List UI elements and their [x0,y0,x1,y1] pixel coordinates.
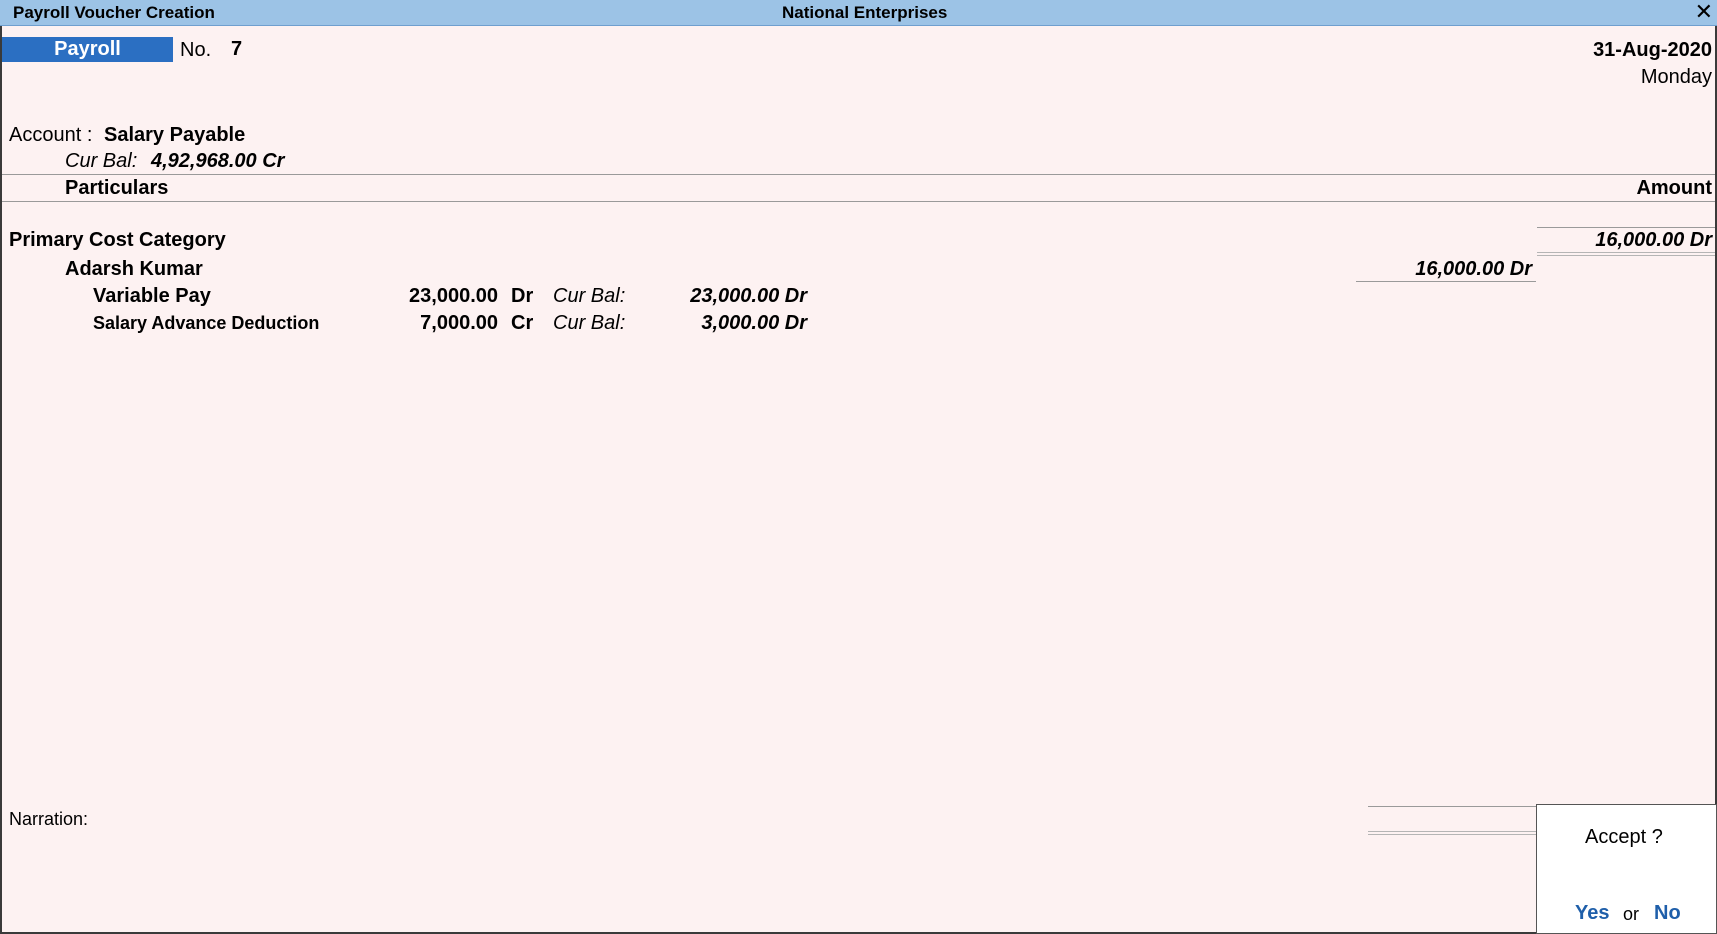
category-amount-top-line [1537,227,1715,228]
pay-head-name[interactable]: Variable Pay [93,285,211,308]
yes-button[interactable]: Yes [1575,902,1609,925]
cost-category-amount: 16,000.00 Dr [1595,229,1712,251]
total-top-line [1368,806,1536,807]
pay-head-cur-bal: 3,000.00 Dr [701,312,807,334]
voucher-date[interactable]: 31-Aug-2020 [1593,39,1712,62]
pay-head-cur-bal: 23,000.00 Dr [690,285,807,307]
window-title: Payroll Voucher Creation [13,3,215,22]
account-label: Account : [9,124,93,146]
account-cur-bal-label: Cur Bal: [65,150,138,172]
cost-category-name[interactable]: Primary Cost Category [9,229,226,252]
employee-amount-underline [1356,281,1536,282]
company-name: National Enterprises [782,3,948,22]
pay-head-drcr: Cr [511,312,534,334]
voucher-day: Monday [1640,66,1712,88]
category-amount-underline [1537,252,1715,256]
pay-head-drcr: Dr [511,285,534,307]
pay-head-cur-bal-label: Cur Bal: [553,285,626,307]
accept-dialog: Accept ? Yes or No [1536,804,1717,934]
pay-head-amount[interactable]: 23,000.00 [409,285,498,308]
voucher-window [0,0,1717,934]
header-bottom-divider [2,201,1715,202]
title-bar: Payroll Voucher Creation National Enterp… [0,0,1717,26]
pay-head-amount[interactable]: 7,000.00 [420,312,498,335]
accept-question: Accept ? [1585,826,1663,848]
voucher-number[interactable]: 7 [231,38,242,61]
voucher-number-label: No. [180,39,212,61]
pay-head-cur-bal-label: Cur Bal: [553,312,626,334]
close-icon[interactable]: ✕ [1695,1,1713,23]
or-text: or [1623,904,1640,924]
col-header-amount: Amount [1636,177,1712,199]
pay-head-name[interactable]: Salary Advance Deduction [93,313,319,334]
total-underline [1368,831,1536,835]
header-top-divider [2,174,1715,175]
employee-amount: 16,000.00 Dr [1415,258,1532,280]
employee-name[interactable]: Adarsh Kumar [65,258,203,281]
voucher-type-button[interactable]: Payroll [2,37,173,62]
account-cur-bal-value: 4,92,968.00 Cr [151,150,285,172]
narration-label: Narration: [9,809,89,829]
narration-input[interactable] [110,809,710,831]
col-header-particulars: Particulars [65,177,169,199]
account-name[interactable]: Salary Payable [104,124,245,147]
no-button[interactable]: No [1654,902,1681,925]
